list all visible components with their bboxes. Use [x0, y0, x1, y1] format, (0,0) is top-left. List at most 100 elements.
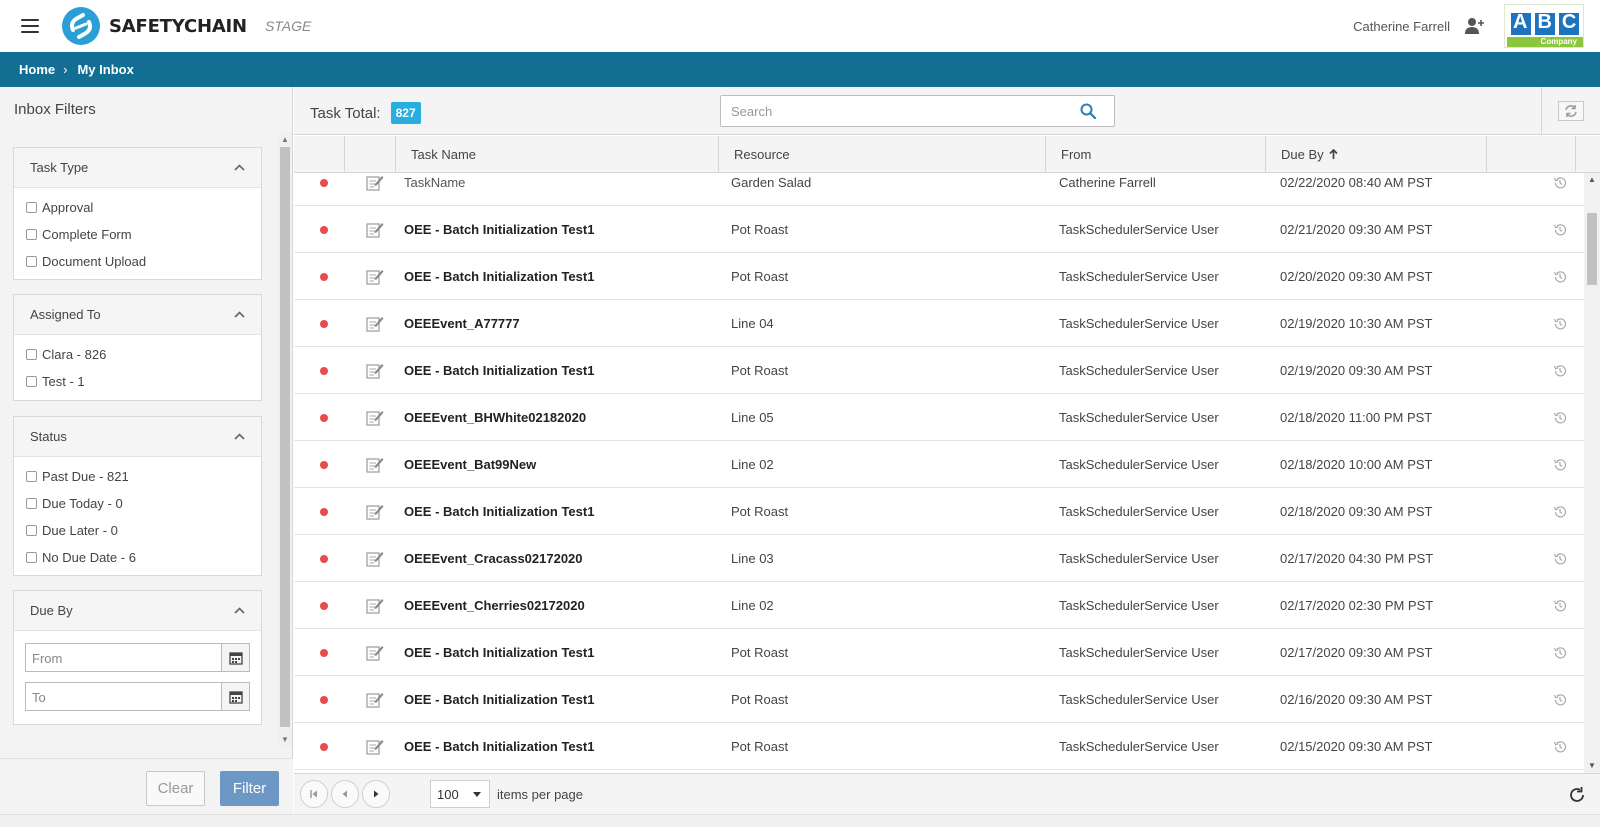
- table-row[interactable]: OEE - Batch Initialization Test1 Pot Roas…: [294, 253, 1584, 300]
- table-row[interactable]: OEE - Batch Initialization Test1 Pot Roas…: [294, 676, 1584, 723]
- menu-icon[interactable]: [21, 19, 39, 33]
- task-name-cell[interactable]: OEEEvent_BHWhite02182020: [404, 394, 586, 441]
- table-row[interactable]: OEE - Batch Initialization Test1 Pot Roas…: [294, 723, 1584, 770]
- task-name-cell[interactable]: OEE - Batch Initialization Test1: [404, 723, 594, 770]
- history-icon[interactable]: [1553, 505, 1567, 519]
- checkbox[interactable]: [26, 471, 37, 482]
- history-icon[interactable]: [1553, 364, 1567, 378]
- scroll-up-arrow-icon[interactable]: ▲: [1584, 173, 1600, 187]
- table-row[interactable]: OEEEvent_A77777 Line 04 TaskSchedulerServi…: [294, 300, 1584, 347]
- filter-option-document-upload[interactable]: Document Upload: [14, 248, 261, 275]
- checkbox[interactable]: [26, 256, 37, 267]
- chevron-up-icon[interactable]: [234, 311, 245, 318]
- task-name-cell[interactable]: OEEEvent_Cherries02172020: [404, 582, 585, 629]
- filter-option-due-today[interactable]: Due Today - 0: [14, 490, 261, 517]
- scroll-down-arrow-icon[interactable]: ▼: [1584, 759, 1600, 773]
- history-icon[interactable]: [1553, 270, 1567, 284]
- task-name-cell[interactable]: OEE - Batch Initialization Test1: [404, 488, 594, 535]
- resource-cell: Pot Roast: [731, 504, 789, 519]
- calendar-icon[interactable]: [221, 644, 249, 671]
- table-row[interactable]: OEEEvent_Cherries02172020 Line 02 TaskSche…: [294, 582, 1584, 629]
- next-page-button[interactable]: [362, 780, 390, 808]
- column-from[interactable]: From: [1046, 136, 1266, 173]
- history-icon[interactable]: [1553, 458, 1567, 472]
- due-from-input[interactable]: From: [25, 643, 250, 672]
- checkbox[interactable]: [26, 552, 37, 563]
- search-input[interactable]: Search: [720, 95, 1115, 127]
- checkbox[interactable]: [26, 229, 37, 240]
- table-row[interactable]: OEE - Batch Initialization Test1 Pot Roas…: [294, 347, 1584, 394]
- task-name-cell[interactable]: OEE - Batch Initialization Test1: [404, 676, 594, 723]
- user-name[interactable]: Catherine Farrell: [1353, 19, 1450, 34]
- breadcrumb-home[interactable]: Home: [19, 62, 55, 77]
- history-icon[interactable]: [1553, 411, 1567, 425]
- reload-icon[interactable]: [1568, 786, 1586, 804]
- history-icon[interactable]: [1553, 740, 1567, 754]
- filter-button[interactable]: Filter: [220, 771, 279, 806]
- task-name-cell[interactable]: OEEEvent_Bat99New: [404, 441, 536, 488]
- chevron-up-icon[interactable]: [234, 433, 245, 440]
- table-row[interactable]: OEE - Batch Initialization Test1 Pot Roas…: [294, 488, 1584, 535]
- grid-scrollbar[interactable]: ▲ ▼: [1584, 173, 1600, 773]
- previous-page-button[interactable]: [331, 780, 359, 808]
- history-icon[interactable]: [1553, 176, 1567, 190]
- checkbox[interactable]: [26, 525, 37, 536]
- calendar-icon[interactable]: [221, 683, 249, 710]
- column-due-by[interactable]: Due By: [1266, 136, 1487, 173]
- checkbox[interactable]: [26, 349, 37, 360]
- table-row[interactable]: OEEEvent_Bat99New Line 02 TaskSchedulerSer…: [294, 441, 1584, 488]
- filter-task-type-header[interactable]: Task Type: [14, 148, 261, 188]
- filter-assigned-to-header[interactable]: Assigned To: [14, 295, 261, 335]
- history-icon[interactable]: [1553, 646, 1567, 660]
- history-icon[interactable]: [1553, 552, 1567, 566]
- table-row[interactable]: TaskName Garden Salad Catherine Farrell 02/…: [294, 173, 1584, 206]
- scroll-down-arrow-icon[interactable]: ▼: [278, 733, 292, 747]
- filter-option-due-later[interactable]: Due Later - 0: [14, 517, 261, 544]
- clear-button[interactable]: Clear: [146, 771, 205, 806]
- history-icon[interactable]: [1553, 317, 1567, 331]
- first-page-button[interactable]: [300, 780, 328, 808]
- filter-option-complete-form[interactable]: Complete Form: [14, 221, 261, 248]
- task-name-cell[interactable]: OEEEvent_A77777: [404, 300, 520, 347]
- checkbox[interactable]: [26, 202, 37, 213]
- filters-scrollbar[interactable]: ▲ ▼: [278, 133, 292, 747]
- table-row[interactable]: OEE - Batch Initialization Test1 Pot Roas…: [294, 206, 1584, 253]
- column-task-name[interactable]: Task Name: [396, 136, 719, 173]
- filter-option-no-due-date[interactable]: No Due Date - 6: [14, 544, 261, 571]
- task-name-cell[interactable]: OEE - Batch Initialization Test1: [404, 629, 594, 676]
- table-row[interactable]: OEEEvent_BHWhite02182020 Line 05 TaskSched…: [294, 394, 1584, 441]
- checkbox[interactable]: [26, 498, 37, 509]
- scroll-up-arrow-icon[interactable]: ▲: [278, 133, 292, 147]
- table-row[interactable]: OEEEvent_Cracass02172020 Line 03 TaskSched…: [294, 535, 1584, 582]
- from-cell: TaskSchedulerService User: [1059, 410, 1219, 425]
- refresh-button[interactable]: [1558, 100, 1584, 121]
- safetychain-logo[interactable]: SAFETYCHAIN: [61, 6, 247, 46]
- task-name-cell[interactable]: OEEEvent_Cracass02172020: [404, 535, 583, 582]
- history-icon[interactable]: [1553, 599, 1567, 613]
- task-name-cell[interactable]: OEE - Batch Initialization Test1: [404, 253, 594, 300]
- page-size-select[interactable]: 100: [430, 780, 490, 808]
- status-dot-icon: [320, 226, 328, 234]
- filter-option-approval[interactable]: Approval: [14, 194, 261, 221]
- filter-status-header[interactable]: Status: [14, 417, 261, 457]
- filter-option-past-due[interactable]: Past Due - 821: [14, 463, 261, 490]
- status-dot-icon: [320, 461, 328, 469]
- search-icon[interactable]: [1080, 103, 1096, 119]
- due-to-input[interactable]: To: [25, 682, 250, 711]
- filter-due-by-header[interactable]: Due By: [14, 591, 261, 631]
- history-icon[interactable]: [1553, 223, 1567, 237]
- history-icon[interactable]: [1553, 693, 1567, 707]
- user-switch-icon[interactable]: [1464, 17, 1484, 35]
- chevron-up-icon[interactable]: [234, 164, 245, 171]
- chevron-up-icon[interactable]: [234, 607, 245, 614]
- task-name-cell[interactable]: TaskName: [404, 173, 465, 206]
- column-resource[interactable]: Resource: [719, 136, 1046, 173]
- scrollbar-thumb[interactable]: [280, 147, 290, 727]
- filter-option-clara[interactable]: Clara - 826: [14, 341, 261, 368]
- table-row[interactable]: OEE - Batch Initialization Test1 Pot Roas…: [294, 629, 1584, 676]
- task-name-cell[interactable]: OEE - Batch Initialization Test1: [404, 347, 594, 394]
- scrollbar-thumb[interactable]: [1587, 213, 1597, 285]
- checkbox[interactable]: [26, 376, 37, 387]
- task-name-cell[interactable]: OEE - Batch Initialization Test1: [404, 206, 594, 253]
- filter-option-test[interactable]: Test - 1: [14, 368, 261, 395]
